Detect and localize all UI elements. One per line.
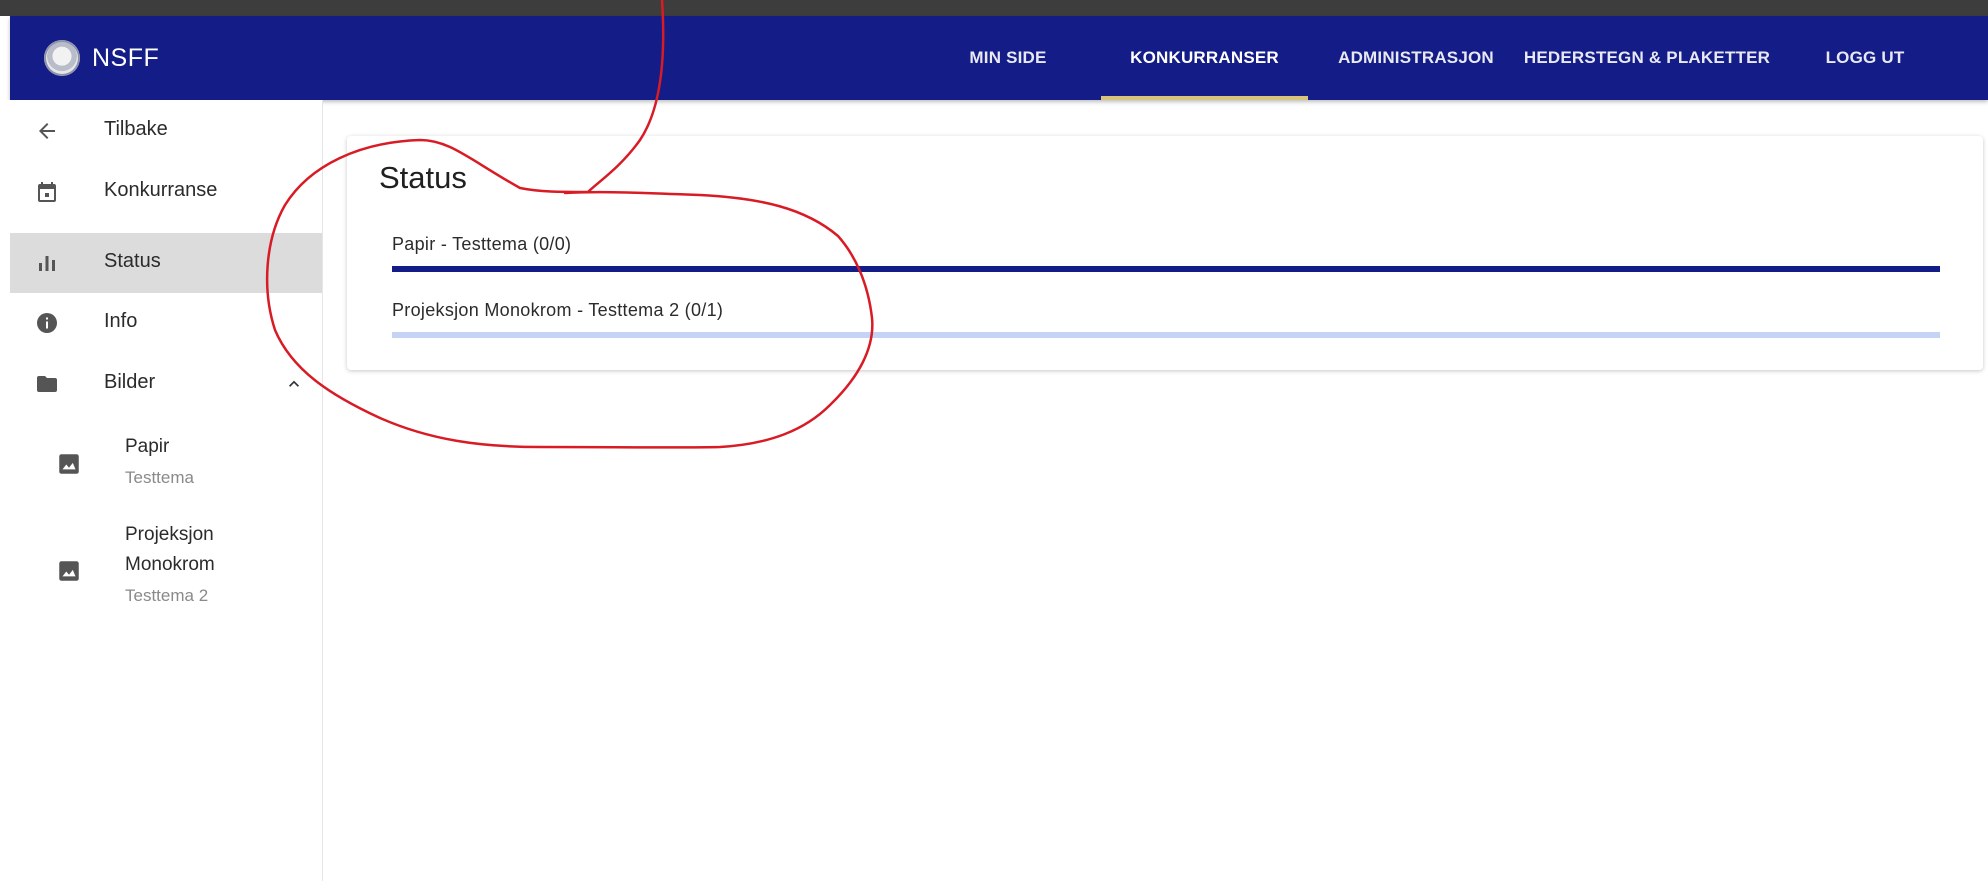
arrow-left-icon <box>34 118 60 144</box>
progress-fill <box>392 266 1940 272</box>
nav-logg-ut[interactable]: LOGG UT <box>1820 16 1910 100</box>
sidebar-item-label: Tilbake <box>104 118 168 140</box>
subitem-title-line1: Projeksjon <box>125 524 214 545</box>
nav-administrasjon[interactable]: ADMINISTRASJON <box>1332 16 1500 100</box>
app-bar: NSFF MIN SIDE KONKURRANSER ADMINISTRASJO… <box>10 16 1988 100</box>
sidebar: Tilbake Konkurranse Status Info Bilder P… <box>0 100 323 881</box>
brand[interactable]: NSFF <box>44 38 159 78</box>
image-icon <box>56 558 82 584</box>
info-icon <box>34 310 60 336</box>
status-row-papir: Papir - Testtema (0/0) <box>392 234 1940 272</box>
subitem-title-line2: Monokrom <box>125 554 215 575</box>
status-card: Status Papir - Testtema (0/0) Projeksjon… <box>347 136 1983 370</box>
subitem-caption: Testtema 2 <box>125 586 209 605</box>
sidebar-item-label: Bilder <box>104 371 156 393</box>
sidebar-item-bilder[interactable]: Bilder <box>10 354 322 414</box>
progress-bar <box>392 266 1940 272</box>
sidebar-item-konkurranse[interactable]: Konkurranse <box>10 162 322 222</box>
brand-name: NSFF <box>92 43 160 72</box>
image-icon <box>56 451 82 477</box>
nsff-logo <box>44 40 80 76</box>
sidebar-item-label: Konkurranse <box>104 179 218 201</box>
sidebar-item-status[interactable]: Status <box>10 233 322 293</box>
card-title: Status <box>379 160 467 195</box>
window-top-strip <box>0 0 1988 16</box>
nav-konkurranser[interactable]: KONKURRANSER <box>1101 16 1308 100</box>
subitem-caption: Testtema <box>125 468 194 487</box>
status-row-projeksjon-monokrom: Projeksjon Monokrom - Testtema 2 (0/1) <box>392 300 1940 338</box>
sidebar-item-label: Status <box>104 250 161 272</box>
sidebar-subitem-papir[interactable]: Papir Testtema <box>10 428 322 500</box>
chevron-up-icon[interactable] <box>284 374 304 394</box>
subitem-title: Papir <box>125 436 170 457</box>
bar-chart-icon <box>34 250 60 276</box>
progress-bar <box>392 332 1940 338</box>
status-row-label: Papir - Testtema (0/0) <box>392 234 572 254</box>
status-row-label: Projeksjon Monokrom - Testtema 2 (0/1) <box>392 300 724 320</box>
nav-min-side[interactable]: MIN SIDE <box>938 16 1078 100</box>
folder-icon <box>34 371 60 397</box>
sidebar-subitem-projeksjon-monokrom[interactable]: Projeksjon Monokrom Testtema 2 <box>10 520 322 620</box>
nav-hederstegn-plaketter[interactable]: HEDERSTEGN & PLAKETTER <box>1522 16 1772 100</box>
calendar-icon <box>34 179 60 205</box>
sidebar-item-info[interactable]: Info <box>10 293 322 353</box>
sidebar-item-label: Info <box>104 310 138 332</box>
sidebar-item-tilbake[interactable]: Tilbake <box>10 100 322 162</box>
